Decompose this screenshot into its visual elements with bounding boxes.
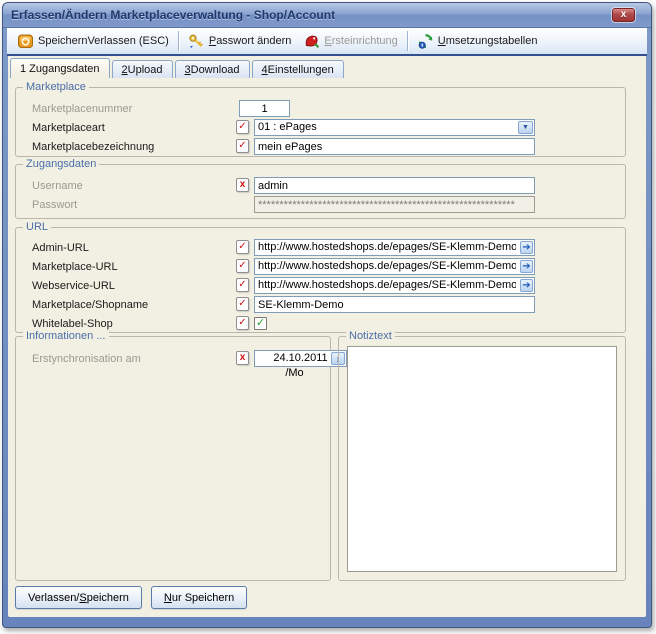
- first-setup-label: Ersteinrichtung: [324, 35, 397, 47]
- shopname-label: Marketplace/Shopname: [32, 299, 148, 311]
- open-url-icon[interactable]: ➔: [520, 241, 533, 254]
- passwort-label: Passwort: [32, 199, 77, 211]
- marketplacenummer-label: Marketplacenummer: [32, 103, 132, 115]
- tab-bar: 1 Zugangsdaten 2 Upload 3 Download 4 Ein…: [10, 58, 346, 78]
- row-webservice-url: Webservice-URL ✓ http://www.hostedshops.…: [16, 277, 625, 295]
- content-area: 1 Zugangsdaten 2 Upload 3 Download 4 Ein…: [8, 56, 646, 617]
- marketplaceart-value: 01 : ePages: [258, 121, 317, 133]
- save-exit-button[interactable]: SpeichernVerlassen (ESC): [11, 30, 175, 52]
- save-only-button[interactable]: Nur Speichern: [151, 586, 247, 609]
- mapping-tables-button[interactable]: Umsetzungstabellen: [411, 30, 544, 52]
- tab-einstellungen[interactable]: 4 Einstellungen: [252, 60, 344, 78]
- red-check-icon[interactable]: ✓: [236, 120, 249, 134]
- footer-button-row: Verlassen/Speichern Nur Speichern: [15, 586, 247, 609]
- group-notiztext: Notiztext: [338, 336, 626, 581]
- red-check-icon[interactable]: ✓: [236, 259, 249, 273]
- exit-save-button[interactable]: Verlassen/Speichern: [15, 586, 142, 609]
- group-marketplace: Marketplace Marketplacenummer Marketplac…: [15, 87, 626, 157]
- marketplace-url-field[interactable]: http://www.hostedshops.de/epages/SE-Klem…: [254, 258, 535, 275]
- screen: Erfassen/Ändern Marketplaceverwaltung - …: [0, 0, 656, 634]
- tab-zugangsdaten[interactable]: 1 Zugangsdaten: [10, 58, 110, 78]
- key-icon: [188, 33, 205, 49]
- row-shopname: Marketplace/Shopname ✓: [16, 296, 625, 314]
- erstsync-label: Erstynchronisation am: [32, 353, 141, 365]
- group-marketplace-title: Marketplace: [23, 81, 89, 94]
- open-url-icon[interactable]: ➔: [520, 260, 533, 273]
- erstsync-date-value: 24.10.2011 /Mo: [273, 352, 327, 379]
- marketplacebezeichnung-label: Marketplacebezeichnung: [32, 141, 154, 153]
- marketplacenummer-input[interactable]: [239, 100, 290, 117]
- row-marketplace-url: Marketplace-URL ✓ http://www.hostedshops…: [16, 258, 625, 276]
- row-marketplacebezeichnung: Marketplacebezeichnung ✓: [16, 138, 625, 156]
- mapping-tables-icon: [417, 33, 434, 49]
- dropdown-arrow-icon[interactable]: ▼: [518, 121, 533, 134]
- row-marketplaceart: Marketplaceart ✓ 01 : ePages ▼: [16, 119, 625, 137]
- webservice-url-value: http://www.hostedshops.de/epages/SE-Klem…: [258, 278, 516, 293]
- username-label: Username: [32, 180, 83, 192]
- first-setup-button: Ersteinrichtung: [297, 30, 403, 52]
- row-username: Username x: [16, 177, 625, 195]
- admin-url-label: Admin-URL: [32, 242, 89, 254]
- red-check-icon[interactable]: ✓: [236, 316, 249, 330]
- tab-upload[interactable]: 2 Upload: [112, 60, 173, 78]
- red-check-icon[interactable]: ✓: [236, 139, 249, 153]
- marketplacebezeichnung-input[interactable]: [254, 138, 535, 155]
- whitelabel-checkbox[interactable]: ✓: [254, 317, 267, 330]
- row-marketplacenummer: Marketplacenummer: [16, 100, 625, 118]
- erstsync-date-field[interactable]: 24.10.2011 /Mo ↕: [254, 350, 347, 367]
- marketplace-url-label: Marketplace-URL: [32, 261, 118, 273]
- passwort-input: [254, 196, 535, 213]
- toolbar: SpeichernVerlassen (ESC) Passwort ändern…: [7, 28, 647, 54]
- marketplaceart-label: Marketplaceart: [32, 122, 105, 134]
- marketplace-url-value: http://www.hostedshops.de/epages/SE-Klem…: [258, 259, 516, 274]
- notiztext-textarea[interactable]: [347, 346, 617, 572]
- setup-icon: [303, 33, 320, 49]
- marketplaceart-select[interactable]: 01 : ePages ▼: [254, 119, 535, 136]
- admin-url-value: http://www.hostedshops.de/epages/SE-Klem…: [258, 240, 516, 255]
- red-check-icon[interactable]: ✓: [236, 240, 249, 254]
- webservice-url-label: Webservice-URL: [32, 280, 115, 292]
- change-password-button[interactable]: Passwort ändern: [182, 30, 298, 52]
- admin-url-field[interactable]: http://www.hostedshops.de/epages/SE-Klem…: [254, 239, 535, 256]
- group-notiztext-title: Notiztext: [346, 330, 395, 343]
- group-url: URL Admin-URL ✓ http://www.hostedshops.d…: [15, 227, 626, 333]
- username-input[interactable]: [254, 177, 535, 194]
- open-url-icon[interactable]: ➔: [520, 279, 533, 292]
- toolbar-separator: [407, 31, 408, 51]
- group-informationen: Informationen ... Erstynchronisation am …: [15, 336, 331, 581]
- group-informationen-title: Informationen ...: [23, 330, 109, 343]
- row-passwort: Passwort: [16, 196, 625, 214]
- whitelabel-label: Whitelabel-Shop: [32, 318, 113, 330]
- toolbar-separator: [178, 31, 179, 51]
- row-admin-url: Admin-URL ✓ http://www.hostedshops.de/ep…: [16, 239, 625, 257]
- group-zugangsdaten-title: Zugangsdaten: [23, 158, 99, 171]
- window-title: Erfassen/Ändern Marketplaceverwaltung - …: [11, 8, 612, 22]
- save-exit-label: SpeichernVerlassen (ESC): [38, 35, 169, 47]
- red-check-icon[interactable]: ✓: [236, 278, 249, 292]
- mapping-tables-label: Umsetzungstabellen: [438, 35, 538, 47]
- close-button[interactable]: x: [612, 8, 635, 22]
- change-password-label: Passwort ändern: [209, 35, 292, 47]
- group-url-title: URL: [23, 221, 51, 234]
- group-zugangsdaten: Zugangsdaten Username x Passwort: [15, 164, 626, 219]
- tab-download[interactable]: 3 Download: [175, 60, 250, 78]
- row-erstsync: Erstynchronisation am x 24.10.2011 /Mo ↕: [16, 350, 330, 368]
- red-x-icon[interactable]: x: [236, 178, 249, 192]
- red-check-icon[interactable]: ✓: [236, 297, 249, 311]
- webservice-url-field[interactable]: http://www.hostedshops.de/epages/SE-Klem…: [254, 277, 535, 294]
- app-window: Erfassen/Ändern Marketplaceverwaltung - …: [2, 2, 652, 628]
- title-bar[interactable]: Erfassen/Ändern Marketplaceverwaltung - …: [3, 3, 651, 28]
- red-x-icon[interactable]: x: [236, 351, 249, 365]
- shopname-input[interactable]: [254, 296, 535, 313]
- save-exit-icon: [17, 33, 34, 49]
